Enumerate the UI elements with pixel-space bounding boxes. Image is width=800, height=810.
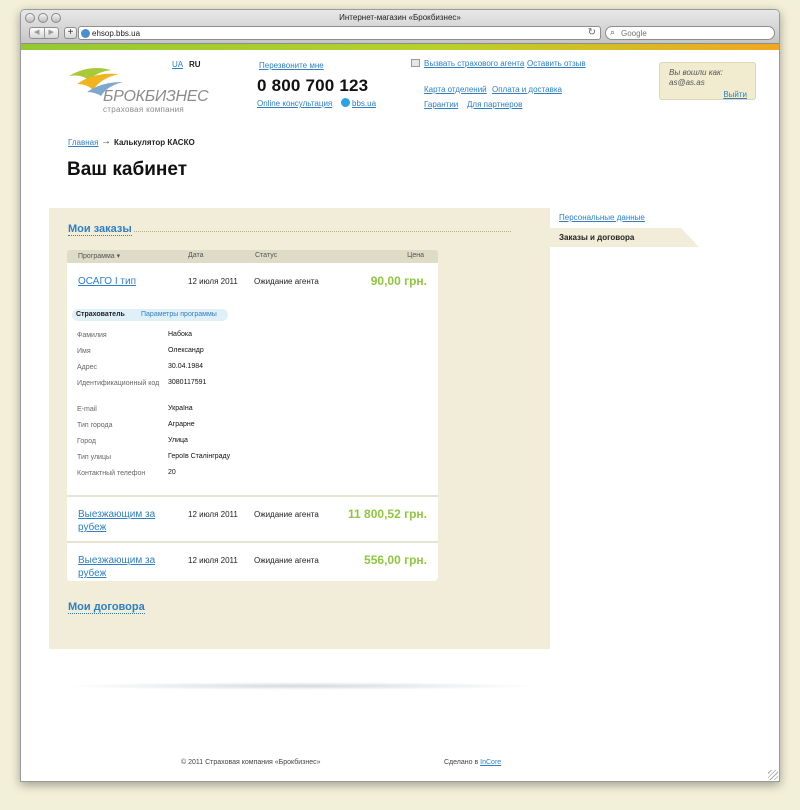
- url-text[interactable]: ehsop.bbs.ua: [92, 29, 140, 38]
- history-buttons: ◀ ▶: [29, 27, 59, 39]
- row-divider: [67, 495, 438, 497]
- payment-delivery-link[interactable]: Оплата и доставка: [492, 85, 562, 94]
- order-detail-tabs: Страхователь Параметры программы: [72, 309, 228, 321]
- detail-value: Набока: [168, 331, 192, 338]
- detail-label: Фамилия: [77, 332, 107, 339]
- detail-value: Олександр: [168, 347, 204, 354]
- logo-subtitle: страховая компания: [103, 105, 185, 114]
- detail-value: 3080117591: [168, 379, 207, 386]
- reload-icon[interactable]: ↻: [588, 27, 596, 38]
- brand-stripe: [21, 44, 779, 50]
- search-field[interactable]: ⌕: [605, 26, 775, 40]
- orders-table-header: Программа ▾ Дата Статус Цена: [67, 250, 438, 263]
- forward-button[interactable]: ▶: [45, 28, 59, 38]
- browser-titlebar: Интернет-магазин «Брокбизнес» ◀ ▶ + ehso…: [21, 10, 779, 44]
- leave-review-link[interactable]: Оставить отзыв: [527, 59, 586, 68]
- order-name-link[interactable]: Выезжающим за рубеж: [78, 508, 168, 534]
- my-contracts-heading[interactable]: Мои договора: [68, 601, 145, 614]
- page-title: Ваш кабинет: [67, 159, 187, 180]
- partners-link[interactable]: Для партнеров: [467, 100, 522, 109]
- incore-link[interactable]: InCore: [480, 759, 501, 766]
- breadcrumb-arrow-icon: →: [101, 136, 111, 147]
- detail-value: Аграрне: [168, 421, 195, 428]
- footer-made-in: Сделано в InCore: [444, 759, 501, 766]
- agent-icon: [411, 59, 420, 67]
- content-shadow: [61, 682, 541, 690]
- detail-value: Україна: [168, 405, 193, 412]
- logged-in-info: Вы вошли как: as@as.as: [669, 68, 723, 88]
- detail-label: Адрес: [77, 364, 98, 371]
- order-status: Ожидание агента: [254, 277, 319, 286]
- detail-value: 20: [168, 469, 176, 476]
- lang-ua-link[interactable]: UA: [172, 60, 183, 69]
- search-icon: ⌕: [610, 27, 616, 37]
- callback-link[interactable]: Перезвоните мне: [259, 61, 324, 70]
- browser-window: Интернет-магазин «Брокбизнес» ◀ ▶ + ehso…: [20, 9, 780, 782]
- detail-label: Идентификационный код: [77, 380, 160, 387]
- sidebar-item-label: Заказы и договора: [559, 233, 635, 242]
- order-date: 12 июля 2011: [188, 510, 238, 519]
- sidebar-item-personal-data[interactable]: Персональные данные: [559, 213, 645, 222]
- call-agent-link[interactable]: Вызвать страхового агента: [424, 59, 524, 68]
- detail-value: 30.04.1984: [168, 363, 204, 370]
- online-consult-link[interactable]: Online консультация: [257, 99, 332, 108]
- col-status-header: Статус: [255, 252, 278, 259]
- phone-number: 0 800 700 123: [257, 76, 369, 95]
- guarantees-link[interactable]: Гарантии: [424, 100, 458, 109]
- col-price-header: Цена: [407, 252, 424, 259]
- detail-label: Тип улицы: [77, 454, 111, 461]
- order-date: 12 июля 2011: [188, 556, 238, 565]
- logo-name: БРОКБИЗНЕС: [103, 88, 209, 105]
- user-login: as@as.as: [669, 78, 705, 87]
- heading-divider: [134, 231, 511, 232]
- order-price: 11 800,52 грн.: [348, 507, 427, 521]
- logout-link[interactable]: Выйти: [723, 90, 747, 99]
- order-status: Ожидание агента: [254, 556, 319, 565]
- detail-label: Город: [77, 438, 96, 445]
- order-name-link[interactable]: ОСАГО І тип: [78, 275, 136, 288]
- window-title: Интернет-магазин «Брокбизнес»: [339, 13, 461, 22]
- order-status: Ожидание агента: [254, 510, 319, 519]
- detail-label: E-mail: [77, 406, 97, 413]
- address-bar[interactable]: ehsop.bbs.ua ↻: [78, 26, 601, 40]
- col-date-header: Дата: [188, 252, 204, 259]
- footer-copyright: © 2011 Страховая компания «Брокбизнес»: [181, 759, 321, 766]
- skype-icon: [341, 98, 350, 107]
- user-box: Вы вошли как: as@as.as Выйти: [659, 62, 756, 100]
- tab-program-params[interactable]: Параметры программы: [141, 311, 217, 318]
- back-button[interactable]: ◀: [30, 28, 45, 38]
- orders-table: ОСАГО І тип 12 июля 2011 Ожидание агента…: [67, 263, 438, 581]
- detail-value: Улица: [168, 437, 188, 444]
- lang-ru-current: RU: [189, 60, 201, 69]
- detail-label: Имя: [77, 348, 91, 355]
- my-orders-heading[interactable]: Мои заказы: [68, 223, 132, 236]
- order-date: 12 июля 2011: [188, 277, 238, 286]
- col-program-header[interactable]: Программа ▾: [78, 252, 120, 260]
- breadcrumb-current: Калькулятор КАСКО: [114, 138, 195, 147]
- row-divider: [67, 541, 438, 543]
- skype-link[interactable]: bbs.ua: [352, 99, 376, 108]
- footer-made-prefix: Сделано в: [444, 759, 479, 766]
- detail-label: Контактный телефон: [77, 470, 146, 477]
- order-price: 90,00 грн.: [370, 274, 427, 288]
- tab-insurer[interactable]: Страхователь: [76, 311, 125, 318]
- globe-icon: [81, 29, 90, 38]
- order-price: 556,00 грн.: [364, 553, 427, 567]
- order-name-link[interactable]: Выезжающим за рубеж: [78, 554, 168, 580]
- logged-in-label: Вы вошли как:: [669, 68, 723, 77]
- resize-grip-icon[interactable]: [768, 770, 778, 780]
- sidebar-item-orders-contracts[interactable]: Заказы и договора: [549, 228, 699, 247]
- detail-label: Тип города: [77, 422, 113, 429]
- detail-value: Героїв Сталінграду: [168, 453, 231, 460]
- search-input[interactable]: [621, 28, 771, 39]
- branches-map-link[interactable]: Карта отделений: [424, 85, 487, 94]
- add-bookmark-button[interactable]: +: [64, 27, 77, 39]
- breadcrumb-home-link[interactable]: Главная: [68, 138, 98, 147]
